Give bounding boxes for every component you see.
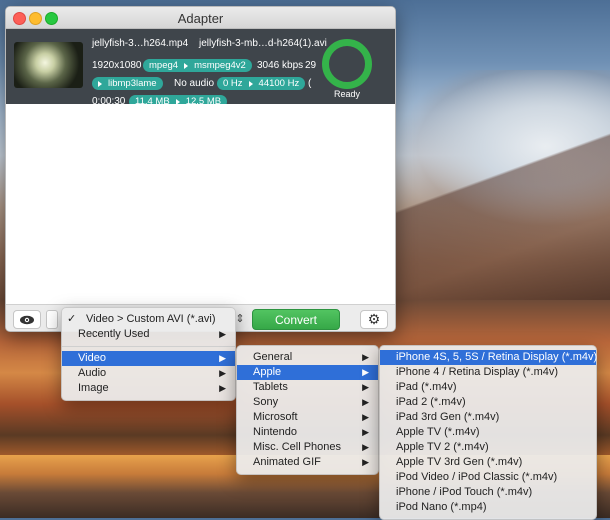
menu-item-label: Image bbox=[78, 382, 109, 394]
no-audio-label: No audio bbox=[174, 78, 215, 89]
menu-item-ipad-3rd-gen[interactable]: iPad 3rd Gen (*.m4v) bbox=[380, 410, 596, 425]
menu-item-label: Tablets bbox=[253, 381, 288, 393]
menu-item-label: Video > Custom AVI (*.avi) bbox=[86, 313, 216, 325]
video-codec-pill: mpeg4 msmpeg4v2 bbox=[143, 59, 252, 72]
submenu-arrow-icon: ▶ bbox=[362, 442, 369, 452]
menu-item-iphone-ipod-touch[interactable]: iPhone / iPod Touch (*.m4v) bbox=[380, 485, 596, 500]
menu-item-custom-avi[interactable]: ✓ Video > Custom AVI (*.avi) bbox=[62, 312, 235, 327]
title-bar[interactable]: Adapter bbox=[6, 7, 395, 29]
menu-item-label: Misc. Cell Phones bbox=[253, 441, 342, 453]
bitrate: 3046 kbps bbox=[257, 60, 304, 71]
desktop-mountain bbox=[395, 100, 610, 300]
preview-button[interactable] bbox=[13, 310, 41, 329]
apple-submenu: iPhone 4S, 5, 5S / Retina Display (*.m4v… bbox=[379, 345, 597, 520]
menu-item-apple-tv[interactable]: Apple TV (*.m4v) bbox=[380, 425, 596, 440]
sample-to: 44100 Hz bbox=[258, 78, 300, 89]
video-submenu: General ▶ Apple ▶ Tablets ▶ Sony ▶ Microsoft… bbox=[236, 345, 379, 475]
format-popup-edge[interactable] bbox=[46, 310, 58, 329]
sample-rate-pill: 0 Hz 44100 Hz bbox=[217, 77, 306, 90]
adapter-window: Adapter jellyfish-3…h264.mp4 jellyfish-3… bbox=[5, 6, 396, 332]
menu-item-audio[interactable]: Audio ▶ bbox=[62, 366, 235, 381]
truncated-value-2: ( bbox=[308, 78, 312, 89]
checkmark-icon: ✓ bbox=[67, 313, 77, 325]
menu-item-label: Animated GIF bbox=[253, 456, 321, 468]
menu-item-image[interactable]: Image ▶ bbox=[62, 381, 235, 396]
menu-item-apple-tv-2[interactable]: Apple TV 2 (*.m4v) bbox=[380, 440, 596, 455]
eye-icon bbox=[20, 315, 34, 324]
menu-item-label: Recently Used bbox=[78, 328, 150, 340]
submenu-arrow-icon: ▶ bbox=[219, 329, 226, 339]
submenu-arrow-icon: ▶ bbox=[362, 382, 369, 392]
menu-item-iphone-4[interactable]: iPhone 4 / Retina Display (*.m4v) bbox=[380, 365, 596, 380]
submenu-arrow-icon: ▶ bbox=[219, 383, 226, 393]
submenu-arrow-icon: ▶ bbox=[362, 412, 369, 422]
status-label: Ready bbox=[333, 89, 360, 99]
menu-item-animated-gif[interactable]: Animated GIF ▶ bbox=[237, 455, 378, 470]
menu-item-apple-tv-3rd-gen[interactable]: Apple TV 3rd Gen (*.m4v) bbox=[380, 455, 596, 470]
menu-item-general[interactable]: General ▶ bbox=[237, 350, 378, 365]
menu-item-microsoft[interactable]: Microsoft ▶ bbox=[237, 410, 378, 425]
menu-item-video[interactable]: Video ▶ bbox=[62, 351, 235, 366]
audio-codec-pill: libmp3lame bbox=[92, 77, 163, 90]
menu-item-ipad[interactable]: iPad (*.m4v) bbox=[380, 380, 596, 395]
gear-icon: ⚙ bbox=[367, 311, 381, 327]
submenu-arrow-icon: ▶ bbox=[362, 352, 369, 362]
drop-area[interactable] bbox=[6, 104, 395, 304]
menu-item-misc-cell-phones[interactable]: Misc. Cell Phones ▶ bbox=[237, 440, 378, 455]
menu-item-label: General bbox=[253, 351, 293, 363]
output-filename: jellyfish-3-mb…d-h264(1).avi bbox=[199, 38, 327, 49]
menu-item-label: Sony bbox=[253, 396, 279, 408]
menu-item-ipod-nano[interactable]: iPod Nano (*.mp4) bbox=[380, 500, 596, 515]
submenu-arrow-icon: ▶ bbox=[362, 367, 369, 377]
video-codec-to: msmpeg4v2 bbox=[194, 60, 246, 71]
video-thumbnail bbox=[14, 42, 83, 88]
format-menu: ✓ Video > Custom AVI (*.avi) Recently Us… bbox=[61, 307, 236, 401]
submenu-arrow-icon: ▶ bbox=[219, 368, 226, 378]
video-codec-from: mpeg4 bbox=[149, 60, 179, 71]
format-popup-stepper[interactable]: ⇕ bbox=[235, 310, 245, 327]
resolution: 1920x1080 bbox=[92, 60, 142, 71]
menu-item-tablets[interactable]: Tablets ▶ bbox=[237, 380, 378, 395]
submenu-arrow-icon: ▶ bbox=[362, 427, 369, 437]
audio-codec: libmp3lame bbox=[108, 78, 157, 89]
submenu-arrow-icon: ▶ bbox=[362, 457, 369, 467]
menu-separator bbox=[62, 346, 235, 347]
menu-item-ipad-2[interactable]: iPad 2 (*.m4v) bbox=[380, 395, 596, 410]
progress-ring-icon bbox=[322, 39, 372, 89]
menu-item-ipod-video[interactable]: iPod Video / iPod Classic (*.m4v) bbox=[380, 470, 596, 485]
menu-item-sony[interactable]: Sony ▶ bbox=[237, 395, 378, 410]
sample-from: 0 Hz bbox=[223, 78, 243, 89]
source-filename: jellyfish-3…h264.mp4 bbox=[92, 38, 189, 49]
menu-item-label: Audio bbox=[78, 367, 107, 379]
menu-item-label: Nintendo bbox=[253, 426, 298, 438]
updown-icon: ⇕ bbox=[235, 313, 245, 325]
menu-item-label: Apple bbox=[253, 366, 282, 378]
window-title: Adapter bbox=[177, 11, 224, 26]
convert-button[interactable]: Convert bbox=[252, 309, 340, 330]
settings-button[interactable]: ⚙ bbox=[360, 310, 388, 329]
menu-item-recently-used[interactable]: Recently Used ▶ bbox=[62, 327, 235, 342]
truncated-value: 29 bbox=[305, 60, 317, 71]
menu-item-label: Video bbox=[78, 352, 106, 364]
menu-item-nintendo[interactable]: Nintendo ▶ bbox=[237, 425, 378, 440]
submenu-arrow-icon: ▶ bbox=[219, 353, 226, 363]
menu-item-label: Microsoft bbox=[253, 411, 298, 423]
conversion-item[interactable]: jellyfish-3…h264.mp4 jellyfish-3-mb…d-h2… bbox=[6, 29, 395, 108]
menu-item-apple[interactable]: Apple ▶ bbox=[237, 365, 378, 380]
menu-item-iphone-4s[interactable]: iPhone 4S, 5, 5S / Retina Display (*.m4v… bbox=[380, 350, 597, 365]
submenu-arrow-icon: ▶ bbox=[362, 397, 369, 407]
